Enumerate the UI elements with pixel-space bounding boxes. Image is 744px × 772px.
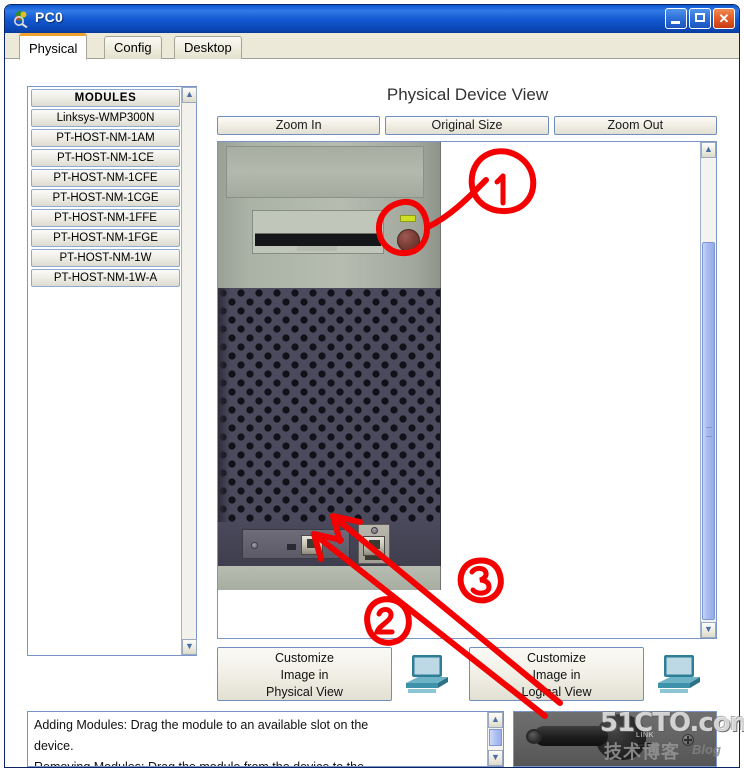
zoom-in-button[interactable]: Zoom In <box>217 116 381 135</box>
modules-header: MODULES <box>31 89 180 107</box>
help-line-3: Removing Modules: Drag the module from t… <box>34 760 365 767</box>
power-button-icon[interactable] <box>397 229 420 252</box>
minimize-button[interactable] <box>665 8 687 29</box>
module-preview-body: LINK <box>514 712 716 766</box>
customize-physical-line2: Image in <box>280 668 329 682</box>
customize-logical-line3: Logical View <box>521 685 592 699</box>
module-item-1ffe[interactable]: PT-HOST-NM-1FFE <box>31 209 180 227</box>
drive-eject-button <box>297 246 337 251</box>
device-canvas-scrollbar[interactable]: ▲ ▼ <box>700 142 716 638</box>
modules-panel: MODULES Linksys-WMP300N PT-HOST-NM-1AM P… <box>27 86 197 656</box>
modules-scrollbar[interactable]: ▲ ▼ <box>181 87 197 655</box>
module-preview-panel: LINK <box>513 711 717 767</box>
module-item-1w[interactable]: PT-HOST-NM-1W <box>31 249 180 267</box>
device-window: PC0 ✕ Physical Config Desktop MODULES Li… <box>4 4 740 768</box>
antenna-tip-icon <box>526 729 542 744</box>
tabstrip: Physical Config Desktop <box>5 33 739 60</box>
nic-screw-top-icon <box>371 527 378 534</box>
computer-icon-physical <box>406 655 448 693</box>
module-item-1fge[interactable]: PT-HOST-NM-1FGE <box>31 229 180 247</box>
help-text-panel: Adding Modules: Drag the module to an av… <box>27 711 504 767</box>
customize-logical-line1: Customize <box>526 651 587 665</box>
tab-physical[interactable]: Physical <box>19 33 88 60</box>
module-item-linksys-wmp300n[interactable]: Linksys-WMP300N <box>31 109 180 127</box>
help-text: Adding Modules: Drag the module to an av… <box>34 715 482 767</box>
port-screw-icon <box>251 542 258 549</box>
rj45-port-module-icon[interactable] <box>363 536 385 556</box>
help-scroll-down-icon[interactable]: ▼ <box>488 750 503 766</box>
device-canvas[interactable]: ▲ ▼ <box>217 141 717 639</box>
chevron-down-icon[interactable]: ▼ <box>182 639 197 655</box>
close-icon: ✕ <box>718 11 730 26</box>
chevron-up-icon[interactable]: ▲ <box>182 87 197 103</box>
pc-top-bezel <box>226 146 424 198</box>
original-size-button[interactable]: Original Size <box>385 116 549 135</box>
modules-list: MODULES Linksys-WMP300N PT-HOST-NM-1AM P… <box>28 87 182 655</box>
canvas-scroll-down-icon[interactable]: ▼ <box>701 622 716 638</box>
minimize-icon <box>671 21 680 24</box>
customize-row: Customize Image in Physical View Customi… <box>217 647 717 703</box>
customize-physical-line3: Physical View <box>266 685 343 699</box>
power-led-icon <box>400 215 416 222</box>
close-button[interactable]: ✕ <box>713 8 735 29</box>
customize-physical-line1: Customize <box>274 651 335 665</box>
pc-tower-image <box>218 142 441 590</box>
pc-onboard-nic[interactable] <box>242 529 350 559</box>
module-item-1ce[interactable]: PT-HOST-NM-1CE <box>31 149 180 167</box>
pc-port-panel <box>218 522 441 566</box>
module-item-1am[interactable]: PT-HOST-NM-1AM <box>31 129 180 147</box>
module-screw-icon <box>682 734 694 746</box>
device-view-title: Physical Device View <box>386 85 549 104</box>
window-controls: ✕ <box>665 8 735 29</box>
pc-mesh-grille <box>218 288 441 538</box>
help-scroll-thumb[interactable] <box>489 729 502 746</box>
rj45-port-icon[interactable] <box>301 535 323 555</box>
window-titlebar: PC0 ✕ <box>5 5 739 33</box>
module-item-1cge[interactable]: PT-HOST-NM-1CGE <box>31 189 180 207</box>
nic-led-icon <box>365 556 383 560</box>
help-scroll-up-icon[interactable]: ▲ <box>488 712 503 728</box>
tab-config[interactable]: Config <box>104 36 162 60</box>
physical-tab-content: MODULES Linksys-WMP300N PT-HOST-NM-1AM P… <box>5 59 739 767</box>
customize-logical-view-button[interactable]: Customize Image in Logical View <box>469 647 644 701</box>
tab-desktop[interactable]: Desktop <box>174 36 242 60</box>
packet-tracer-icon <box>14 11 28 28</box>
antenna-neck-icon <box>534 726 608 746</box>
customize-logical-line2: Image in <box>532 668 581 682</box>
pc-nic-module-slot[interactable] <box>358 524 390 564</box>
window-title: PC0 <box>35 9 64 25</box>
mesh-shadow <box>218 288 230 538</box>
help-line-1: Adding Modules: Drag the module to an av… <box>34 718 369 732</box>
pc-optical-drive <box>252 210 384 254</box>
pc-base-panel <box>218 566 441 590</box>
scroll-grip-icon <box>706 427 712 437</box>
link-led-icon <box>638 743 651 747</box>
zoom-toolbar: Zoom In Original Size Zoom Out <box>217 116 717 135</box>
link-label: LINK <box>636 732 654 739</box>
module-item-1cfe[interactable]: PT-HOST-NM-1CFE <box>31 169 180 187</box>
pc-front-panel <box>218 142 441 288</box>
computer-icon-logical <box>658 655 700 693</box>
help-scrollbar[interactable]: ▲ ▼ <box>487 712 503 766</box>
screenshot-root: PC0 ✕ Physical Config Desktop MODULES Li… <box>0 0 744 772</box>
help-line-2: device. <box>34 739 74 753</box>
maximize-icon <box>695 13 705 22</box>
drive-slot <box>255 233 381 246</box>
maximize-button[interactable] <box>689 8 711 29</box>
module-item-1w-a[interactable]: PT-HOST-NM-1W-A <box>31 269 180 287</box>
led-indicator-icon <box>287 544 296 550</box>
zoom-out-button[interactable]: Zoom Out <box>553 116 717 135</box>
canvas-scroll-thumb[interactable] <box>702 242 715 620</box>
canvas-scroll-up-icon[interactable]: ▲ <box>701 142 716 158</box>
customize-physical-view-button[interactable]: Customize Image in Physical View <box>217 647 392 701</box>
